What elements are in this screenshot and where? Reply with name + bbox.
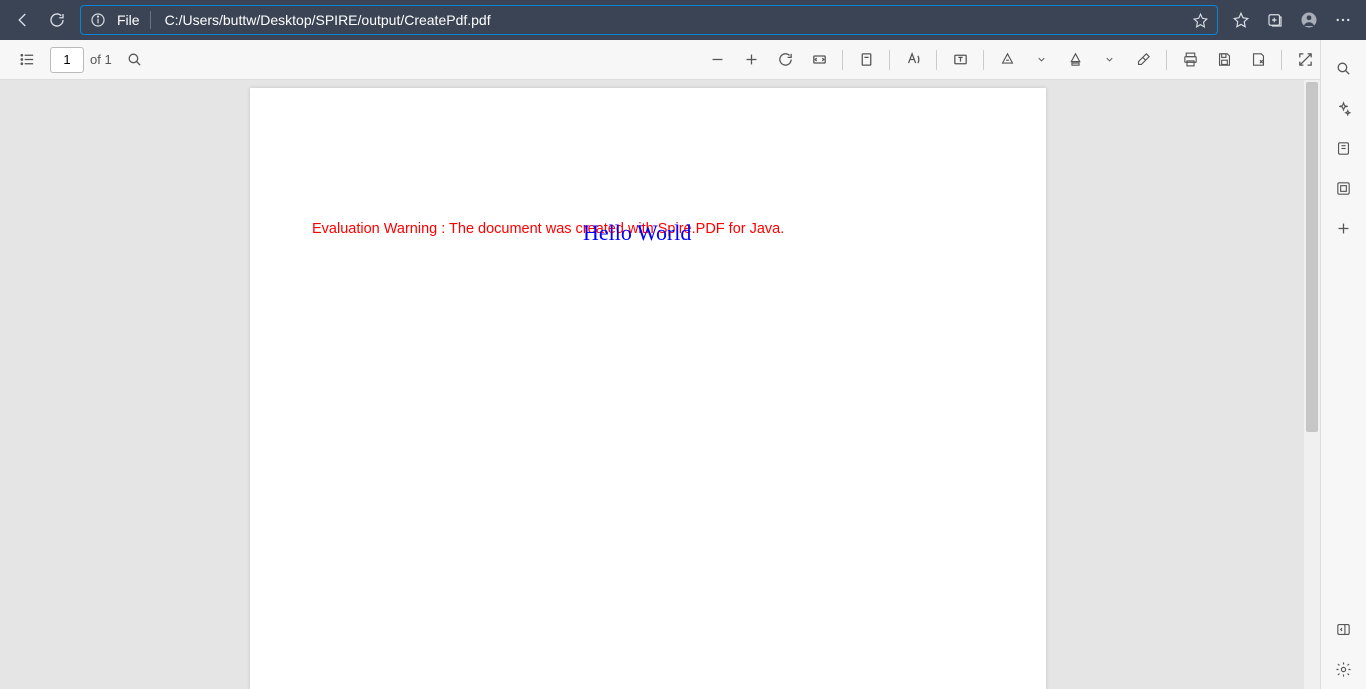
toolbar-divider [1166,50,1167,70]
save-as-icon[interactable] [1241,43,1275,77]
draw-caret-icon[interactable] [1024,43,1058,77]
page-number-input[interactable] [50,47,84,73]
zoom-out-icon[interactable] [700,43,734,77]
pdf-viewport[interactable]: Evaluation Warning : The document was cr… [0,80,1320,689]
toolbar-divider [936,50,937,70]
page-count-label: of 1 [90,52,112,67]
fullscreen-icon[interactable] [1288,43,1322,77]
erase-icon[interactable] [1126,43,1160,77]
page-view-icon[interactable] [849,43,883,77]
side-collapse-icon[interactable] [1327,609,1361,649]
read-aloud-icon[interactable] [896,43,930,77]
side-sparkle-icon[interactable] [1327,88,1361,128]
back-button[interactable] [6,3,40,37]
browser-side-panel [1320,40,1366,689]
highlight-icon[interactable] [1058,43,1092,77]
zoom-in-icon[interactable] [734,43,768,77]
address-bar[interactable]: File C:/Users/buttw/Desktop/SPIRE/output… [80,5,1218,35]
refresh-button[interactable] [40,3,74,37]
print-icon[interactable] [1173,43,1207,77]
side-search-icon[interactable] [1327,48,1361,88]
evaluation-warning-text: Evaluation Warning : The document was cr… [312,221,784,237]
add-text-icon[interactable] [943,43,977,77]
toolbar-divider [842,50,843,70]
contents-icon[interactable] [10,43,44,77]
rotate-icon[interactable] [768,43,802,77]
scrollbar-track[interactable] [1304,80,1320,689]
site-info-icon[interactable] [81,12,115,28]
draw-icon[interactable] [990,43,1024,77]
address-scheme-label: File [115,11,151,29]
more-button[interactable] [1326,3,1360,37]
side-office-icon[interactable] [1327,168,1361,208]
find-icon[interactable] [118,43,152,77]
favorites-button[interactable] [1224,3,1258,37]
side-plus-icon[interactable] [1327,208,1361,248]
toolbar-divider [889,50,890,70]
pdf-toolbar: of 1 [0,40,1366,80]
side-tools-icon[interactable] [1327,128,1361,168]
toolbar-divider [983,50,984,70]
pdf-page [250,88,1046,689]
fit-page-icon[interactable] [802,43,836,77]
toolbar-divider [1281,50,1282,70]
collections-button[interactable] [1258,3,1292,37]
browser-toolbar: File C:/Users/buttw/Desktop/SPIRE/output… [0,0,1366,40]
address-url: C:/Users/buttw/Desktop/SPIRE/output/Crea… [151,12,1183,28]
profile-button[interactable] [1292,3,1326,37]
scrollbar-thumb[interactable] [1306,82,1318,432]
highlight-caret-icon[interactable] [1092,43,1126,77]
save-icon[interactable] [1207,43,1241,77]
document-content-text: Hello World [583,220,691,246]
favorite-star-icon[interactable] [1183,12,1217,29]
side-settings-icon[interactable] [1327,649,1361,689]
